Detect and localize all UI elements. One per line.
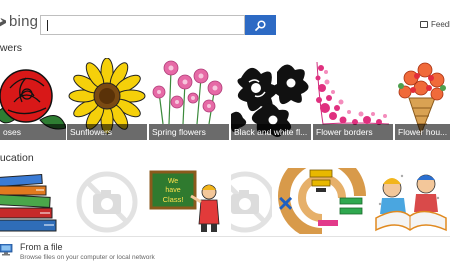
section-title-flowers: owers bbox=[0, 42, 23, 54]
tile-caption: Flower borders bbox=[313, 124, 393, 140]
feedback-link[interactable]: Feedb bbox=[420, 20, 450, 29]
books-image bbox=[0, 168, 66, 234]
image-tile-black-and-white-flowers[interactable]: Black and white fl... bbox=[231, 58, 311, 140]
feedback-label: Feedb bbox=[431, 20, 450, 29]
section-title-education: ducation bbox=[0, 152, 34, 164]
image-tile-spring-flowers[interactable]: Spring flowers bbox=[149, 58, 229, 140]
image-tile-flower-houses[interactable]: Flower hou... bbox=[395, 58, 450, 140]
image-tile-teacher[interactable]: We have Class! bbox=[149, 168, 229, 234]
search-input[interactable] bbox=[41, 17, 244, 35]
header: bing Feedb bbox=[0, 0, 450, 40]
math-symbols-image: × bbox=[272, 168, 372, 234]
image-row-flowers: oses Sunflowers Spring flowers Black and… bbox=[0, 58, 450, 140]
bing-logo[interactable]: bing bbox=[0, 12, 38, 30]
image-tile-kids-reading[interactable] bbox=[372, 168, 450, 234]
tile-caption: Spring flowers bbox=[149, 124, 229, 140]
computer-icon bbox=[0, 244, 13, 256]
search-box[interactable] bbox=[40, 15, 245, 35]
tile-caption: Flower hou... bbox=[395, 124, 450, 140]
image-row-education: We have Class! × bbox=[0, 168, 450, 234]
svg-text:×: × bbox=[278, 188, 293, 218]
tile-caption: Sunflowers bbox=[67, 124, 147, 140]
image-tile-roses[interactable]: oses bbox=[0, 58, 66, 140]
teacher-board-image: We have Class! bbox=[149, 168, 229, 234]
search-icon bbox=[255, 19, 266, 31]
text-caret bbox=[47, 20, 48, 31]
tile-caption: Black and white fl... bbox=[231, 124, 311, 140]
search-button[interactable] bbox=[245, 15, 276, 35]
from-file-subtitle: Browse files on your computer or local n… bbox=[20, 254, 155, 261]
image-placeholder-icon bbox=[67, 168, 147, 234]
image-tile-sunflowers[interactable]: Sunflowers bbox=[67, 58, 147, 140]
kids-reading-image bbox=[372, 168, 450, 234]
image-tile-math[interactable]: × bbox=[272, 168, 372, 234]
board-text-line-2: have bbox=[165, 187, 180, 194]
from-file-option[interactable]: From a file Browse files on your compute… bbox=[0, 236, 450, 270]
image-tile-flower-borders[interactable]: Flower borders bbox=[313, 58, 393, 140]
board-text-line-3: Class! bbox=[163, 195, 184, 204]
image-tile-placeholder-1[interactable] bbox=[67, 168, 147, 234]
bing-wordmark: bing bbox=[9, 12, 39, 30]
image-tile-books[interactable] bbox=[0, 168, 66, 234]
tile-caption: oses bbox=[0, 124, 66, 140]
board-text-line-1: We bbox=[168, 178, 178, 185]
from-file-title: From a file bbox=[20, 242, 63, 252]
bing-logo-icon bbox=[0, 14, 6, 28]
feedback-icon bbox=[420, 21, 428, 28]
